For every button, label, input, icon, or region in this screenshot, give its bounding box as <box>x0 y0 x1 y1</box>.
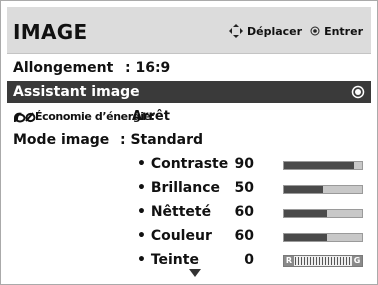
tint-label: • Teinte <box>137 252 199 268</box>
tint-slider[interactable]: R G <box>283 255 363 267</box>
color-slider[interactable] <box>283 233 363 242</box>
contrast-label: • Contraste <box>137 156 229 172</box>
slider-row-tint[interactable]: • Teinte 0 R G <box>7 249 371 271</box>
menu-item-energy-saving[interactable]: Économie d’énergie: Arrêt <box>7 105 371 127</box>
tint-value: 0 <box>244 252 254 268</box>
tint-scale <box>295 257 351 265</box>
sharpness-slider-fill <box>284 210 327 217</box>
energy-saving-value: Arrêt <box>132 108 170 124</box>
move-hint-label: Déplacer <box>247 24 303 38</box>
brightness-value: 50 <box>234 180 254 196</box>
sharpness-label: • Nêtteté <box>137 204 212 220</box>
dpad-icon <box>229 24 243 38</box>
brightness-slider-fill <box>284 186 323 193</box>
menu-item-picture-wizard[interactable]: Assistant image <box>7 81 371 103</box>
menu-header: IMAGE Déplacer Entrer <box>7 7 371 54</box>
tint-green-label: G <box>352 256 362 266</box>
navigation-hint: Déplacer Entrer <box>229 23 363 39</box>
color-label: • Couleur <box>137 228 212 244</box>
contrast-slider[interactable] <box>283 161 363 170</box>
tint-red-label: R <box>284 256 294 266</box>
contrast-slider-fill <box>284 162 355 169</box>
slider-row-brightness[interactable]: • Brillance 50 <box>7 177 371 199</box>
radio-selected-icon <box>351 85 365 99</box>
menu-title: IMAGE <box>13 20 88 44</box>
osd-window: IMAGE Déplacer Entrer Allongement : 16:9 <box>0 0 378 285</box>
menu-item-aspect-ratio[interactable]: Allongement : 16:9 <box>7 57 371 79</box>
aspect-ratio-value: : 16:9 <box>125 60 171 76</box>
osd-panel: IMAGE Déplacer Entrer Allongement : 16:9 <box>7 7 371 279</box>
contrast-value: 90 <box>234 156 254 172</box>
sharpness-slider[interactable] <box>283 209 363 218</box>
menu-item-picture-mode[interactable]: Mode image : Standard <box>7 129 371 151</box>
color-slider-fill <box>284 234 327 241</box>
brightness-slider[interactable] <box>283 185 363 194</box>
picture-mode-label: Mode image <box>13 132 110 148</box>
brightness-label: • Brillance <box>137 180 221 196</box>
slider-row-color[interactable]: • Couleur 60 <box>7 225 371 247</box>
eco-icon <box>14 112 36 123</box>
picture-mode-value: : Standard <box>120 132 204 148</box>
color-value: 60 <box>234 228 254 244</box>
sharpness-value: 60 <box>234 204 254 220</box>
enter-hint-label: Entrer <box>324 24 363 38</box>
picture-wizard-label: Assistant image <box>13 84 140 100</box>
slider-row-sharpness[interactable]: • Nêtteté 60 <box>7 201 371 223</box>
arrow-down-icon[interactable] <box>189 269 201 277</box>
ok-icon <box>310 26 320 36</box>
aspect-ratio-label: Allongement <box>13 60 114 76</box>
slider-row-contrast[interactable]: • Contraste 90 <box>7 153 371 175</box>
